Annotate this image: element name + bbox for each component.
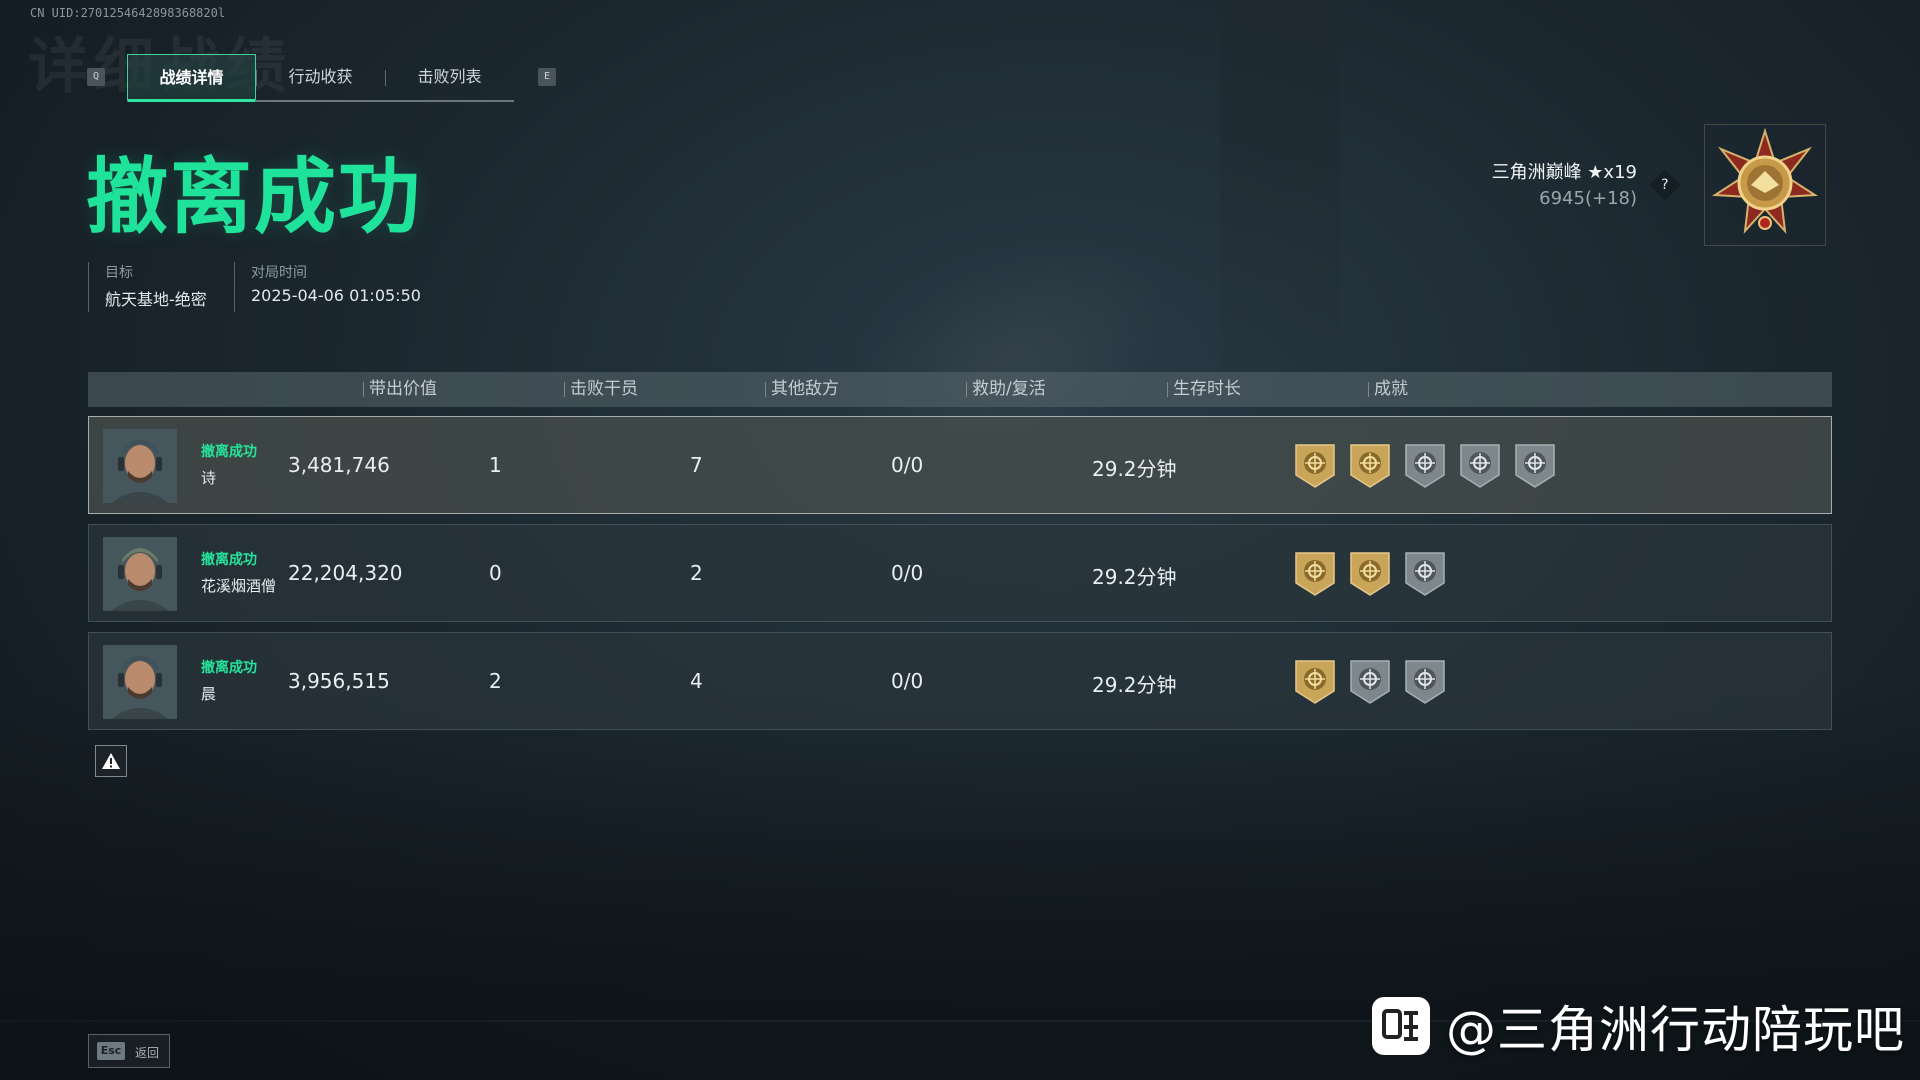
extract-value-cell: 3,481,746 [288, 453, 390, 477]
table-row[interactable]: 撤离成功晨 3,956,515 2 4 0/0 29.2分钟 [88, 632, 1832, 730]
help-icon: ? [1661, 177, 1669, 193]
handshake-badge-icon[interactable] [1402, 657, 1448, 707]
result-title: 撤离成功 [86, 150, 423, 245]
watermark-text: @三角洲行动陪玩吧 [1446, 1001, 1905, 1059]
other-enemies-cell: 7 [690, 453, 703, 477]
player-name: 诗 [201, 469, 217, 487]
survival-time-cell: 29.2分钟 [1092, 565, 1177, 589]
extract-value-cell: 22,204,320 [288, 561, 403, 585]
tab-left-key-hint[interactable]: Q [87, 68, 105, 86]
rank-emblem-icon [1711, 127, 1819, 234]
gold-crest-badge-icon[interactable] [1292, 549, 1338, 599]
tieba-logo-icon [1372, 997, 1430, 1055]
header-survival-time: 生存时长 [1167, 372, 1241, 407]
player-name: 晨 [201, 685, 217, 703]
gold-soldier-badge-icon[interactable] [1347, 441, 1393, 491]
extract-value-cell: 3,956,515 [288, 669, 390, 693]
back-label: 返回 [135, 1046, 160, 1060]
operator-kills-cell: 2 [489, 669, 502, 693]
avatar [103, 429, 177, 503]
time-label: 对局时间 [251, 265, 307, 281]
other-enemies-cell: 4 [690, 669, 703, 693]
tab-action-loot[interactable]: 行动收获 [256, 54, 385, 100]
gold-crest-badge-icon[interactable] [1292, 441, 1338, 491]
handshake-badge-icon[interactable] [1402, 549, 1448, 599]
header-other-enemies: 其他敌方 [765, 372, 839, 407]
operator-kills-cell: 1 [489, 453, 502, 477]
other-enemies-cell: 2 [690, 561, 703, 585]
operator-kills-cell: 0 [489, 561, 502, 585]
star-burst-badge-icon[interactable] [1457, 441, 1503, 491]
header-operator-kills: 击败干员 [564, 372, 638, 407]
rank-info: 三角洲巅峰 ★x19 6945(+18) [1492, 158, 1637, 209]
table-header: 带出价值 击败干员 其他敌方 救助/复活 生存时长 成就 [88, 372, 1832, 407]
rank-help-button[interactable]: ? [1649, 169, 1681, 201]
target-value: 航天基地-绝密 [105, 290, 207, 309]
player-status: 撤离成功 [201, 552, 257, 568]
gold-crest-badge-icon[interactable] [1292, 657, 1338, 707]
time-value: 2025-04-06 01:05:50 [251, 286, 421, 305]
header-achievements: 成就 [1368, 372, 1408, 407]
crosshair-badge-icon[interactable] [1347, 657, 1393, 707]
crosshair-badge-icon[interactable] [1402, 441, 1448, 491]
avatar [103, 537, 177, 611]
header-extract-value: 带出价值 [363, 372, 437, 407]
esc-key: Esc [97, 1042, 125, 1060]
rank-score: 6945(+18) [1539, 188, 1637, 209]
table-row[interactable]: 撤离成功花溪烟酒僧 22,204,320 0 2 0/0 29.2分钟 [88, 524, 1832, 622]
back-button[interactable]: Esc 返回 [88, 1034, 170, 1068]
target-label: 目标 [105, 265, 133, 281]
meta-time: 对局时间 2025-04-06 01:05:50 [234, 262, 421, 312]
meta-target: 目标 航天基地-绝密 [88, 262, 207, 312]
assist-revive-cell: 0/0 [891, 561, 924, 585]
player-status: 撤离成功 [201, 444, 257, 460]
tab-right-key-hint[interactable]: E [538, 68, 556, 86]
header-assist-revive: 救助/复活 [966, 372, 1046, 407]
background-ground [0, 690, 1920, 1020]
watermark: @三角洲行动陪玩吧 [1372, 994, 1905, 1059]
rank-emblem[interactable] [1704, 124, 1826, 246]
gold-shield-badge-icon[interactable] [1347, 549, 1393, 599]
avatar [103, 645, 177, 719]
tab-bar: 战绩详情 行动收获 击败列表 [127, 54, 514, 102]
background-tower [1220, 0, 1340, 420]
report-warning-button[interactable] [95, 745, 127, 777]
tab-match-details[interactable]: 战绩详情 [127, 54, 256, 102]
warning-icon [102, 753, 120, 769]
rank-name: 三角洲巅峰 ★x19 [1491, 162, 1637, 183]
handshake-badge-icon[interactable] [1512, 441, 1558, 491]
survival-time-cell: 29.2分钟 [1092, 457, 1177, 481]
tab-kill-list[interactable]: 击败列表 [385, 54, 514, 100]
assist-revive-cell: 0/0 [891, 669, 924, 693]
player-status: 撤离成功 [201, 660, 257, 676]
survival-time-cell: 29.2分钟 [1092, 673, 1177, 697]
table-row[interactable]: 撤离成功诗 3,481,746 1 7 0/0 29.2分钟 [88, 416, 1832, 514]
player-name: 花溪烟酒僧 [201, 577, 277, 595]
assist-revive-cell: 0/0 [891, 453, 924, 477]
